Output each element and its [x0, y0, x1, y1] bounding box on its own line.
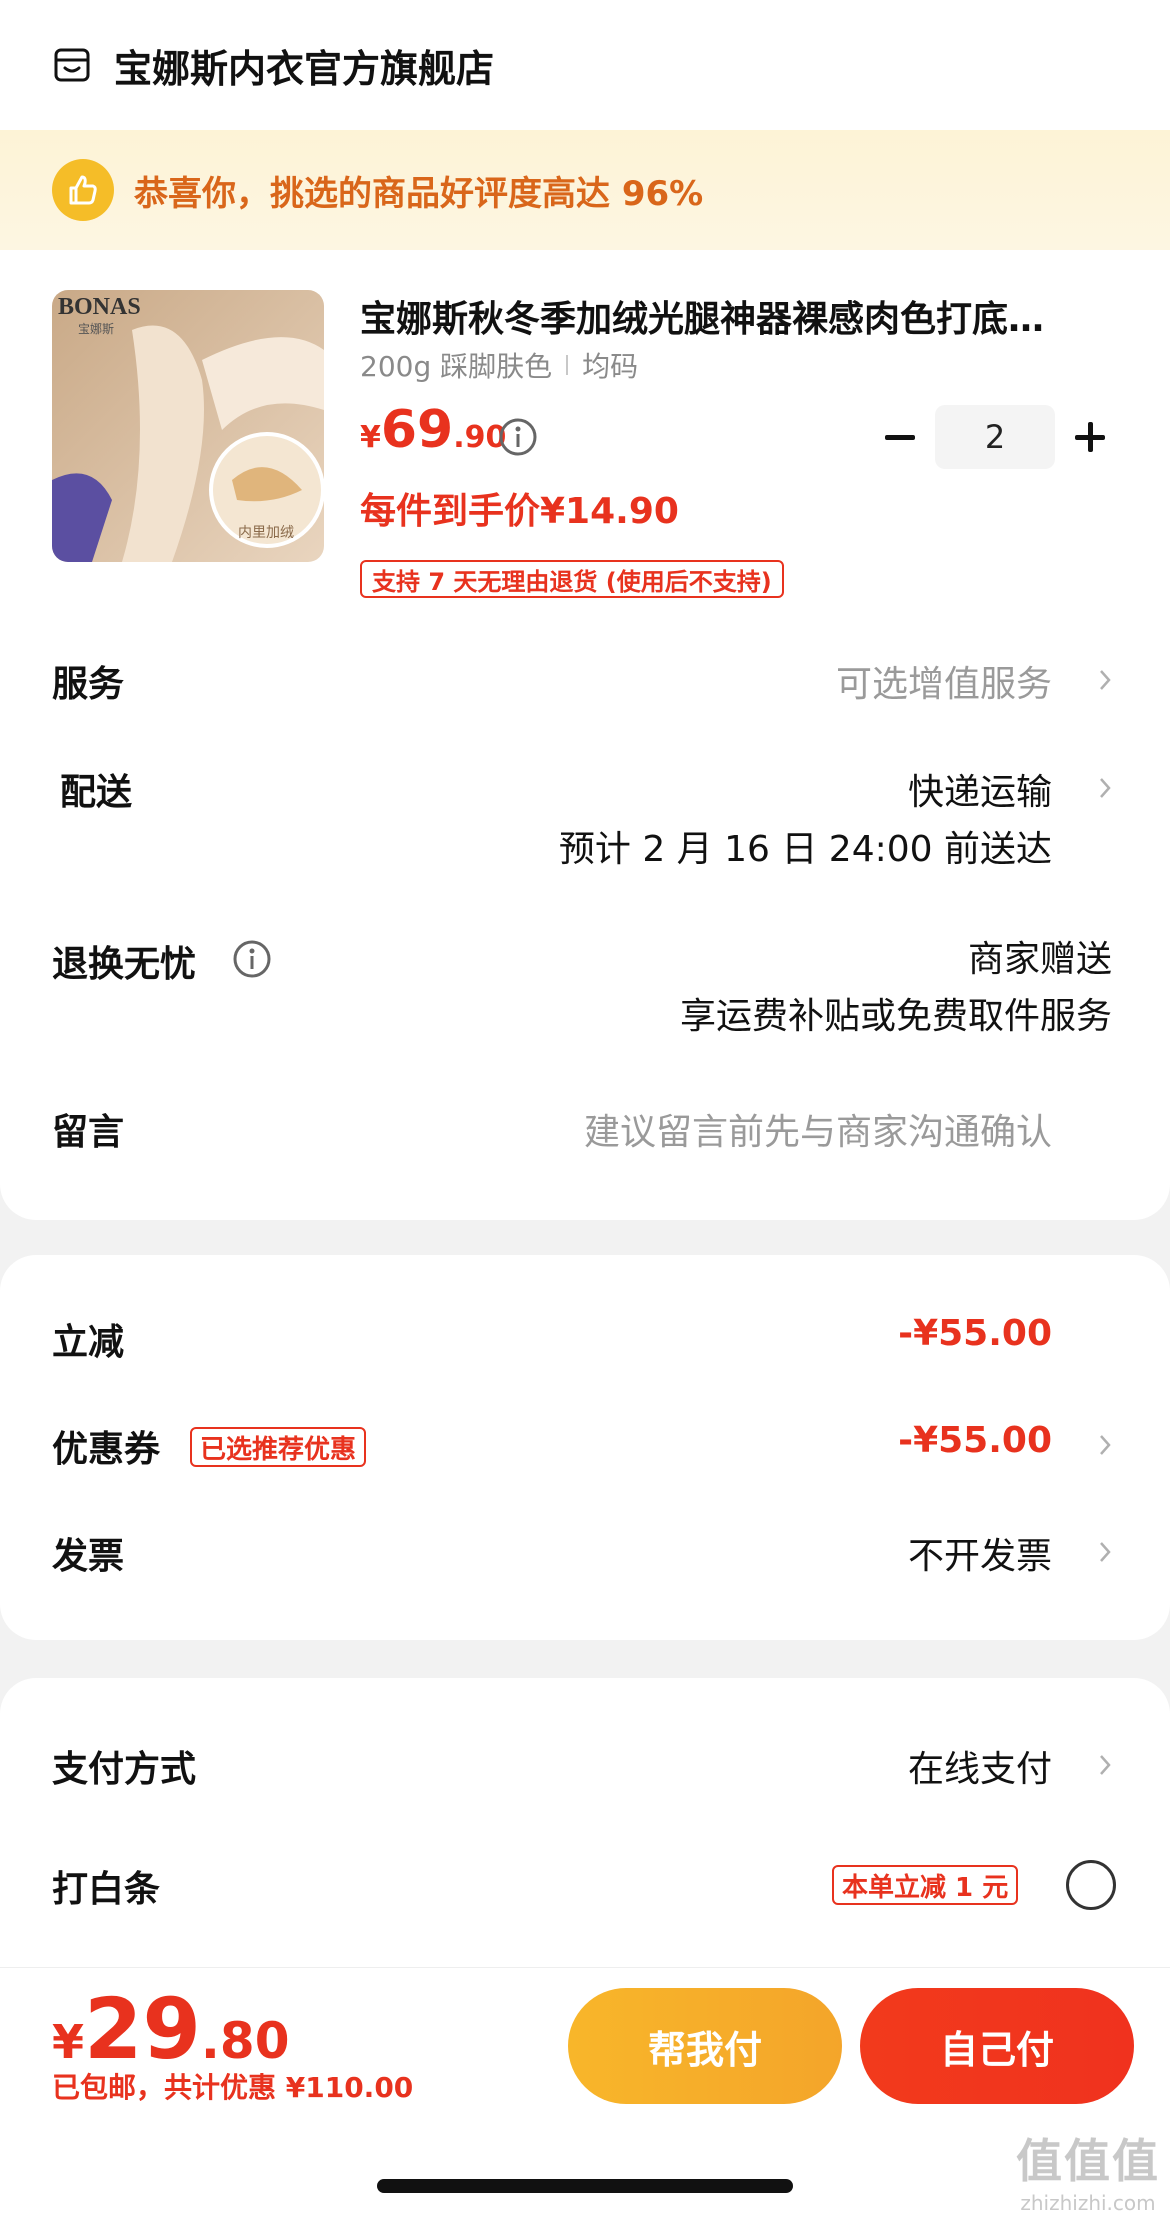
help-me-pay-button[interactable]: 帮我付: [568, 1988, 842, 2104]
store-icon: [52, 45, 92, 85]
decrease-quantity-button[interactable]: [870, 405, 930, 469]
order-card: BONAS 宝娜斯 内里加绒 宝娜斯秋冬季加绒光腿神器裸感肉色打底… 200g …: [0, 250, 1170, 1220]
unit-price: 每件到手价¥14.90: [360, 491, 679, 532]
delivery-eta: 预计 2 月 16 日 24:00 前送达: [558, 829, 1052, 870]
service-value[interactable]: 可选增值服务: [836, 655, 1052, 707]
total-integer: 29: [84, 1980, 201, 2078]
watermark: 值值值 zhizhizhi.com: [1016, 2125, 1160, 2215]
checkout-bar: ¥ 29 .80 已包邮，共计优惠 ¥110.00 帮我付 自己付: [0, 1967, 1170, 2117]
image-badge: 内里加绒: [238, 525, 294, 541]
product-title[interactable]: 宝娜斯秋冬季加绒光腿神器裸感肉色打底…: [360, 290, 1120, 340]
total-decimal: .80: [200, 2012, 290, 2070]
message-label: 留言: [52, 1112, 125, 1153]
product-price: ¥ 69 .90: [360, 400, 506, 460]
invoice-value[interactable]: 不开发票: [908, 1527, 1052, 1579]
praise-banner: 恭喜你，挑选的商品好评度高达 96%: [0, 130, 1170, 250]
return-policy-tag: 支持 7 天无理由退货 (使用后不支持): [360, 560, 784, 598]
sku-divider: [566, 355, 569, 375]
delivery-chevron-icon[interactable]: [1098, 776, 1112, 800]
credit-pay-radio[interactable]: [1066, 1860, 1116, 1910]
pay-myself-button[interactable]: 自己付: [860, 1988, 1134, 2104]
plus-icon: [1075, 422, 1105, 452]
product-image[interactable]: BONAS 宝娜斯 内里加绒: [52, 290, 324, 562]
shop-name[interactable]: 宝娜斯内衣官方旗舰店: [114, 38, 494, 93]
price-integer: 69: [380, 400, 454, 460]
delivery-label: 配送: [60, 772, 133, 813]
sku-size: 均码: [582, 350, 639, 383]
message-input[interactable]: 建议留言前先与商家沟通确认: [584, 1103, 1052, 1155]
payment-card: 支付方式 在线支付 打白条 本单立减 1 元: [0, 1678, 1170, 1978]
total-symbol: ¥: [52, 2015, 85, 2069]
service-chevron-icon[interactable]: [1098, 668, 1112, 692]
delivery-method[interactable]: 快递运输: [908, 763, 1052, 815]
payment-method-value[interactable]: 在线支付: [908, 1740, 1052, 1792]
payment-chevron-icon[interactable]: [1098, 1753, 1112, 1777]
return-label: 退换无忧: [52, 944, 197, 985]
thumbs-up-icon: [52, 159, 114, 221]
credit-pay-label: 打白条: [52, 1869, 161, 1910]
coupon-value[interactable]: -¥55.00: [898, 1420, 1052, 1461]
watermark-logo: 值值值: [1016, 2134, 1160, 2188]
service-label: 服务: [52, 664, 125, 705]
praise-text: 恭喜你，挑选的商品好评度高达 96%: [134, 173, 704, 214]
brand-logo-sub: 宝娜斯: [78, 322, 115, 336]
sku-selector[interactable]: 200g 踩脚肤色 均码: [360, 345, 638, 385]
invoice-chevron-icon[interactable]: [1098, 1540, 1112, 1564]
payment-method-label: 支付方式: [52, 1749, 197, 1790]
sku-spec: 200g 踩脚肤色: [360, 350, 553, 383]
total-savings: 已包邮，共计优惠 ¥110.00: [52, 2071, 414, 2104]
quantity-stepper: 2: [870, 405, 1120, 469]
total-price: ¥ 29 .80: [52, 1980, 290, 2078]
instant-discount-value: -¥55.00: [898, 1313, 1052, 1354]
return-value-primary: 商家赠送: [967, 939, 1112, 980]
brand-logo: BONAS: [58, 294, 141, 320]
coupon-selected-tag: 已选推荐优惠: [190, 1427, 367, 1467]
price-symbol: ¥: [360, 420, 381, 455]
coupon-chevron-icon[interactable]: [1098, 1433, 1112, 1457]
increase-quantity-button[interactable]: [1060, 405, 1120, 469]
return-value-secondary: 享运费补贴或免费取件服务: [679, 996, 1112, 1037]
quantity-input[interactable]: 2: [935, 405, 1055, 469]
shop-header[interactable]: 宝娜斯内衣官方旗舰店: [0, 0, 1170, 130]
discount-card: 立减 -¥55.00 优惠券 已选推荐优惠 -¥55.00 发票 不开发票: [0, 1255, 1170, 1640]
return-info-icon[interactable]: [232, 939, 272, 979]
invoice-label: 发票: [52, 1536, 125, 1577]
credit-promo-tag: 本单立减 1 元: [832, 1865, 1019, 1905]
home-indicator-area: 值值值 zhizhizhi.com: [0, 2117, 1170, 2221]
instant-discount-label: 立减: [52, 1322, 125, 1363]
watermark-url: zhizhizhi.com: [1020, 2191, 1156, 2215]
home-indicator[interactable]: [377, 2179, 793, 2193]
coupon-label: 优惠券: [52, 1429, 161, 1470]
price-info-icon[interactable]: [498, 417, 538, 457]
minus-icon: [885, 434, 915, 440]
